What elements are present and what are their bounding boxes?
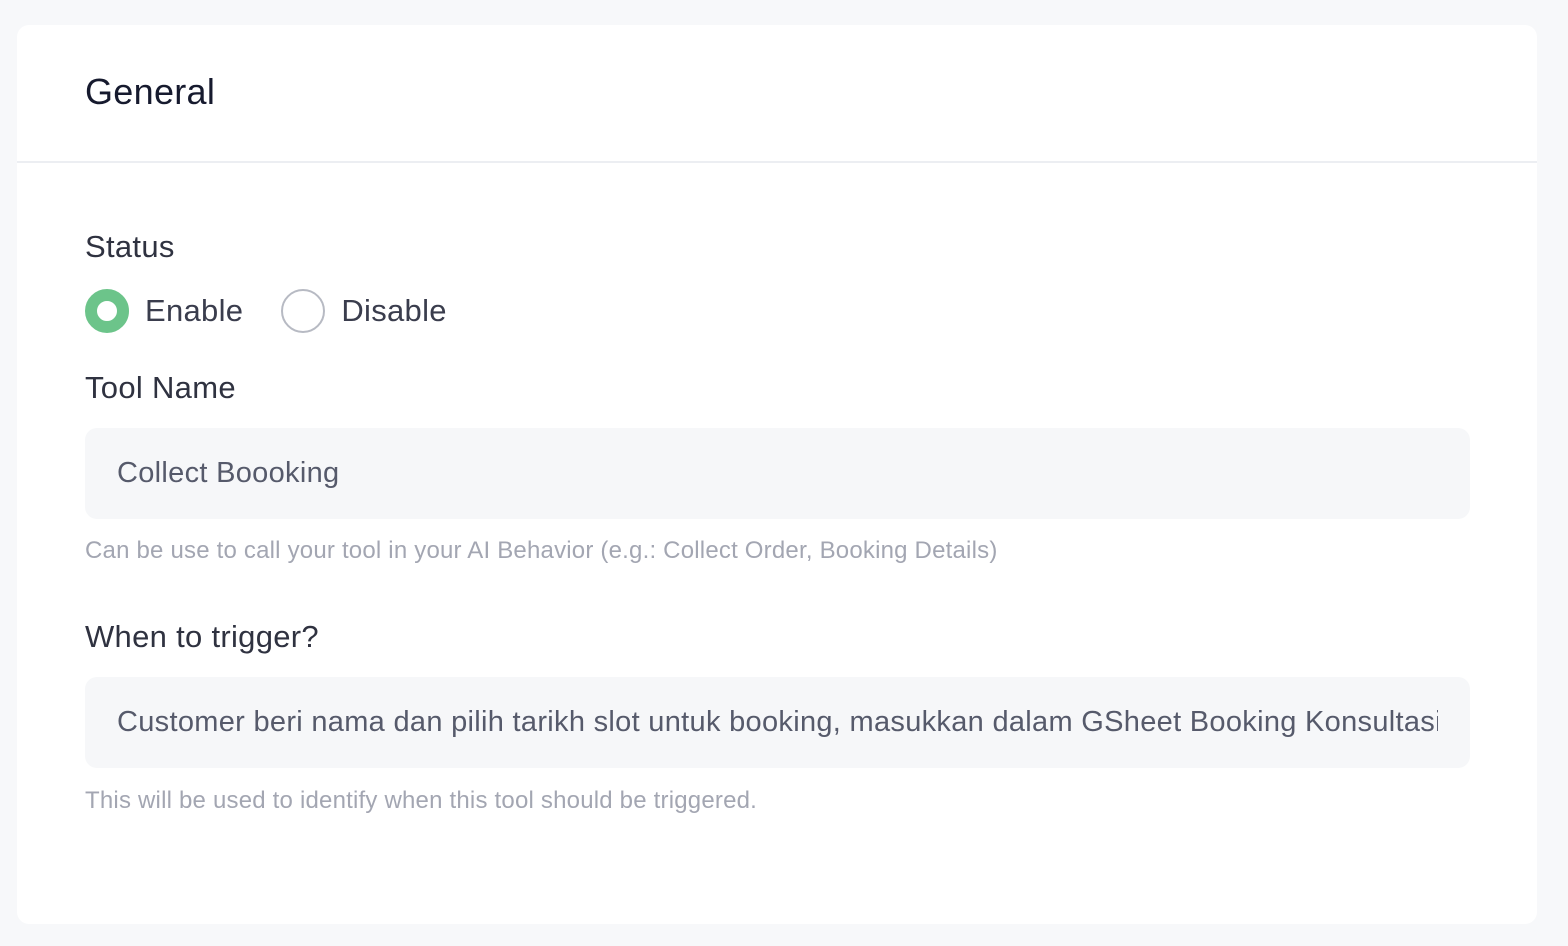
section-title: General xyxy=(85,71,216,112)
status-option-disable[interactable]: Disable xyxy=(281,289,447,333)
tool-name-help: Can be use to call your tool in your AI … xyxy=(85,537,998,564)
tool-name-label: Tool Name xyxy=(85,370,236,405)
status-label: Status xyxy=(85,229,175,264)
disable-label: Disable xyxy=(341,293,447,328)
tool-name-input[interactable] xyxy=(85,428,1470,519)
status-option-enable[interactable]: Enable xyxy=(85,289,243,333)
radio-checked-icon[interactable] xyxy=(85,289,129,333)
trigger-help: This will be used to identify when this … xyxy=(85,787,758,814)
status-radio-group: Enable Disable xyxy=(85,289,485,333)
card-header: General xyxy=(17,25,1537,163)
general-settings-card: General Status Enable Disable Tool Name … xyxy=(17,25,1537,924)
radio-unchecked-icon[interactable] xyxy=(281,289,326,333)
enable-label: Enable xyxy=(145,293,244,328)
trigger-input[interactable] xyxy=(85,677,1470,768)
trigger-label: When to trigger? xyxy=(85,619,319,654)
